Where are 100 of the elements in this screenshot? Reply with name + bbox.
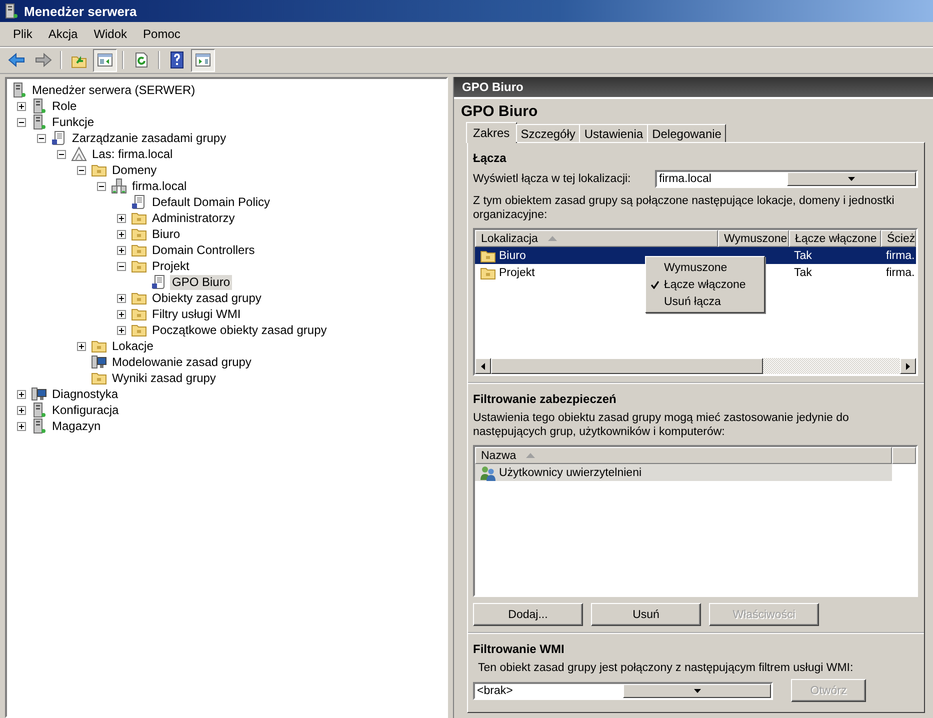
- tree-item[interactable]: Początkowe obiekty zasad grupy: [150, 322, 329, 338]
- tree-item[interactable]: Administratorzy: [150, 210, 237, 226]
- expand-button[interactable]: [16, 390, 26, 398]
- sort-icon: [548, 236, 557, 241]
- folder-icon: [131, 210, 147, 226]
- tree-item[interactable]: firma.local: [130, 178, 189, 194]
- server-icon: [31, 98, 47, 114]
- folder-icon: [131, 322, 147, 338]
- users-icon: [480, 464, 496, 480]
- document-icon: [151, 274, 167, 290]
- window-icon: [96, 51, 114, 69]
- table-cell: Tak: [789, 247, 881, 264]
- menu-item[interactable]: Łącze włączone: [646, 276, 764, 293]
- tree-item[interactable]: Biuro: [150, 226, 182, 242]
- column-header[interactable]: Łącze włączone: [789, 230, 881, 247]
- tab[interactable]: Zakres: [466, 122, 517, 143]
- tree-item[interactable]: Diagnostyka: [50, 386, 120, 402]
- collapse-button[interactable]: [36, 134, 46, 142]
- column-header[interactable]: Lokalizacja: [475, 230, 718, 247]
- dialog-button[interactable]: Dodaj...: [473, 603, 583, 626]
- tree-item[interactable]: Menedżer serwera (SERWER): [30, 82, 198, 98]
- server-icon: [11, 82, 27, 98]
- sort-icon: [526, 453, 536, 458]
- section-heading: Filtrowanie WMI: [473, 642, 566, 656]
- server-icon: [31, 402, 47, 418]
- folder-icon: [91, 338, 107, 354]
- tree-item[interactable]: Domeny: [110, 162, 159, 178]
- horizontal-scrollbar[interactable]: [475, 358, 916, 374]
- tree-item[interactable]: Las: firma.local: [90, 146, 175, 162]
- tree-item[interactable]: Zarządzanie zasadami grupy: [70, 130, 228, 146]
- menu-item[interactable]: Widok: [86, 24, 136, 44]
- tree-item[interactable]: Filtry usługi WMI: [150, 306, 243, 322]
- wmi-filter-dropdown[interactable]: <brak>: [473, 682, 773, 700]
- server-icon: [31, 114, 47, 130]
- menu-item[interactable]: Plik: [5, 24, 40, 44]
- scroll-left-button[interactable]: [475, 358, 491, 374]
- tree-item[interactable]: Obiekty zasad grupy: [150, 290, 264, 306]
- dropdown-button[interactable]: [623, 684, 771, 698]
- menu-item[interactable]: Usuń łącza: [646, 293, 764, 310]
- expand-button[interactable]: [116, 310, 126, 318]
- collapse-button[interactable]: [76, 166, 86, 174]
- expand-button[interactable]: [16, 422, 26, 430]
- column-header[interactable]: Ścież: [881, 230, 916, 247]
- tree-item[interactable]: Role: [50, 98, 79, 114]
- tree-item[interactable]: Default Domain Policy: [150, 194, 272, 210]
- tree-item[interactable]: Magazyn: [50, 418, 103, 434]
- tree-item[interactable]: Projekt: [150, 258, 192, 274]
- expand-button[interactable]: [116, 246, 126, 254]
- field-label: Wyświetl łącza w tej lokalizacji:: [473, 173, 632, 185]
- tree-item[interactable]: Funkcje: [50, 114, 96, 130]
- expand-button[interactable]: [116, 214, 126, 222]
- show-actions-button[interactable]: [191, 48, 215, 72]
- window-icon: [194, 51, 212, 69]
- tree-item[interactable]: GPO Biuro: [170, 274, 232, 290]
- column-header[interactable]: Nazwa: [475, 447, 892, 464]
- caret-icon: [694, 688, 700, 692]
- tree-item[interactable]: Domain Controllers: [150, 242, 257, 258]
- expand-button[interactable]: [16, 102, 26, 110]
- expand-button[interactable]: [116, 230, 126, 238]
- tree-item[interactable]: Lokacje: [110, 338, 156, 354]
- caret-icon: [848, 177, 855, 181]
- location-dropdown[interactable]: firma.local: [655, 170, 918, 188]
- monitor-icon: [31, 386, 47, 402]
- menu-item[interactable]: Akcja: [40, 24, 86, 44]
- back-icon: [8, 51, 26, 69]
- help-icon: [168, 51, 186, 69]
- document-icon: [131, 194, 147, 210]
- expand-button[interactable]: [76, 342, 86, 350]
- collapse-button[interactable]: [96, 182, 106, 190]
- folder-icon: [131, 290, 147, 306]
- section-heading: Łącza: [473, 151, 508, 165]
- column-header[interactable]: Wymuszone: [718, 230, 789, 247]
- collapse-button[interactable]: [116, 262, 126, 270]
- tree-item[interactable]: Wyniki zasad grupy: [110, 370, 218, 386]
- collapse-button[interactable]: [16, 118, 26, 126]
- menu-item[interactable]: Pomoc: [135, 24, 188, 44]
- show-tree-button[interactable]: [93, 48, 117, 72]
- scroll-right-button[interactable]: [900, 358, 916, 374]
- folder-icon: [131, 306, 147, 322]
- pane-title: GPO Biuro: [460, 102, 539, 122]
- servers-icon: [111, 178, 127, 194]
- tree-item[interactable]: Modelowanie zasad grupy: [110, 354, 254, 370]
- expand-button[interactable]: [116, 326, 126, 334]
- expand-button[interactable]: [116, 294, 126, 302]
- folder-icon: [131, 258, 147, 274]
- dialog-button[interactable]: Usuń: [591, 603, 701, 626]
- tab[interactable]: Szczegóły: [516, 124, 580, 142]
- tab[interactable]: Ustawienia: [579, 124, 648, 142]
- expand-button[interactable]: [16, 406, 26, 414]
- table-row[interactable]: Użytkownicy uwierzytelnieni: [475, 464, 892, 481]
- scroll-thumb[interactable]: [491, 358, 763, 374]
- forward-icon: [34, 51, 52, 69]
- window-title: Menedżer serwera: [24, 4, 137, 18]
- dropdown-button[interactable]: [786, 172, 916, 186]
- collapse-button[interactable]: [56, 150, 66, 158]
- server-icon: [3, 3, 19, 19]
- description-text: Ten obiekt zasad grupy jest połączony z następującym filtrem usługi WMI:: [477, 661, 854, 675]
- tree-item[interactable]: Konfiguracja: [50, 402, 121, 418]
- description-text: Z tym obiektem zasad grupy są połączone następujące lokacje, domeny i jednostki organizacyjne:: [473, 194, 896, 222]
- tab[interactable]: Delegowanie: [647, 124, 726, 142]
